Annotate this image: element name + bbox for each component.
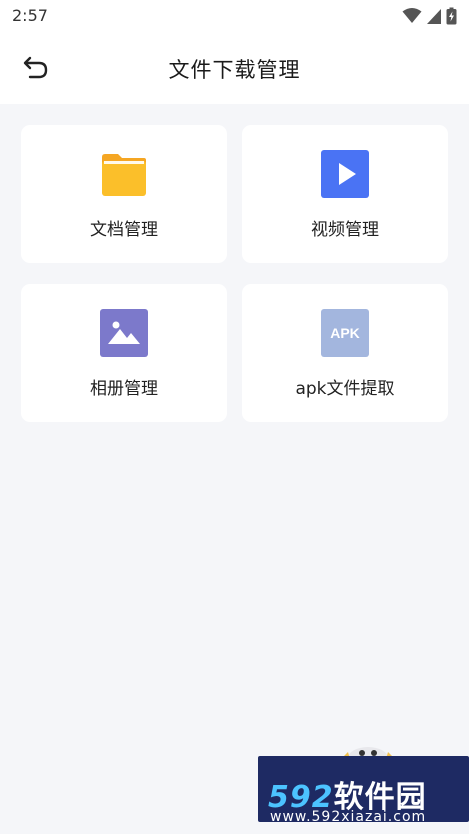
watermark: 592软件园 www.592xiazai.com: [258, 744, 469, 834]
folder-icon: [102, 154, 146, 196]
image-gallery-icon: [100, 309, 148, 357]
watermark-url: www.592xiazai.com: [270, 809, 427, 825]
watermark-banner: 592软件园 www.592xiazai.com: [258, 756, 469, 825]
card-album-manager[interactable]: 相册管理: [21, 284, 227, 422]
status-time: 2:57: [12, 6, 48, 25]
cell-signal-icon: [427, 9, 441, 24]
card-label: 视频管理: [311, 220, 379, 240]
status-bar: 2:57: [0, 0, 469, 32]
screen: 2:57 文件下载管理 文档管理 视频管理 相册管理 APK apk文件提取 5…: [0, 0, 469, 834]
card-document-manager[interactable]: 文档管理: [21, 125, 227, 263]
page-title: 文件下载管理: [168, 58, 301, 82]
wifi-icon: [402, 8, 422, 23]
play-video-icon: [321, 150, 369, 198]
top-bar: 2:57 文件下载管理: [0, 0, 469, 104]
card-label: apk文件提取: [295, 379, 395, 399]
battery-icon: [446, 7, 457, 25]
card-label: 相册管理: [90, 379, 158, 399]
status-icons: [402, 6, 457, 26]
card-label: 文档管理: [90, 220, 158, 240]
app-header: 文件下载管理: [0, 36, 469, 100]
card-video-manager[interactable]: 视频管理: [242, 125, 448, 263]
apk-icon-text: APK: [330, 325, 360, 341]
apk-icon: APK: [321, 309, 369, 357]
card-apk-extract[interactable]: APK apk文件提取: [242, 284, 448, 422]
feature-grid: 文档管理 视频管理 相册管理 APK apk文件提取: [21, 125, 448, 422]
